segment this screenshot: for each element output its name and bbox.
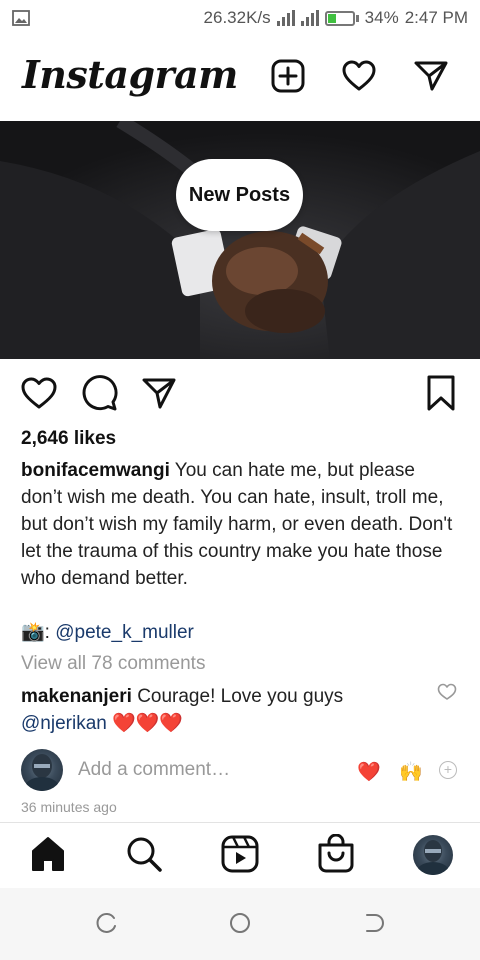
view-all-comments-link[interactable]: View all 78 comments bbox=[21, 653, 205, 675]
direct-message-icon[interactable] bbox=[413, 58, 449, 94]
clock: 2:47 PM bbox=[404, 8, 468, 27]
new-post-icon[interactable] bbox=[270, 58, 306, 94]
quick-reaction-raised-hands[interactable]: 🙌 bbox=[399, 760, 423, 784]
comment-item: makenanjeri Courage! Love you guys @njer… bbox=[21, 683, 431, 737]
app-header: Instagram bbox=[0, 40, 480, 120]
home-icon[interactable] bbox=[28, 834, 68, 874]
caption-author[interactable]: bonifacemwangi bbox=[21, 460, 170, 481]
system-nav-bar bbox=[0, 888, 480, 960]
back-icon[interactable] bbox=[361, 911, 385, 935]
instagram-logo[interactable]: Instagram bbox=[22, 52, 238, 97]
battery-percent: 34% bbox=[364, 8, 399, 27]
comment-hearts: ❤️❤️❤️ bbox=[112, 713, 184, 734]
photo-credit: 📸: @pete_k_muller bbox=[21, 620, 194, 644]
new-posts-button[interactable]: New Posts bbox=[176, 159, 303, 231]
add-comment-input[interactable]: Add a comment… bbox=[78, 759, 230, 781]
heart-icon[interactable] bbox=[341, 58, 377, 94]
shop-icon[interactable] bbox=[316, 834, 356, 874]
comment-mention-link[interactable]: @njerikan bbox=[21, 713, 107, 734]
search-icon[interactable] bbox=[124, 834, 164, 874]
like-icon[interactable] bbox=[20, 374, 58, 412]
bookmark-icon[interactable] bbox=[422, 374, 460, 412]
post-image[interactable] bbox=[0, 121, 480, 359]
post-photo bbox=[0, 121, 480, 359]
signal-icon bbox=[276, 10, 295, 26]
status-bar: 26.32K/s 34% 2:47 PM bbox=[0, 0, 480, 40]
gallery-icon bbox=[12, 10, 30, 26]
reels-icon[interactable] bbox=[220, 834, 260, 874]
battery-icon bbox=[324, 10, 359, 26]
home-button-icon[interactable] bbox=[228, 911, 252, 935]
divider bbox=[0, 822, 480, 823]
comment-icon[interactable] bbox=[80, 374, 118, 412]
recent-apps-icon[interactable] bbox=[95, 911, 119, 935]
credit-separator: : bbox=[44, 622, 56, 643]
camera-emoji: 📸 bbox=[21, 622, 45, 643]
comment-author[interactable]: makenanjeri bbox=[21, 686, 132, 707]
signal-icon-2 bbox=[300, 10, 319, 26]
post-timestamp: 36 minutes ago bbox=[21, 799, 117, 815]
user-avatar bbox=[21, 749, 63, 791]
network-speed: 26.32K/s bbox=[203, 8, 271, 27]
profile-avatar[interactable] bbox=[413, 835, 453, 875]
credit-mention-link[interactable]: @pete_k_muller bbox=[55, 622, 194, 643]
share-icon[interactable] bbox=[140, 374, 178, 412]
likes-count[interactable]: 2,646 likes bbox=[21, 428, 116, 450]
quick-reaction-heart[interactable]: ❤️ bbox=[357, 760, 381, 784]
comment-text: Courage! Love you guys bbox=[137, 686, 344, 707]
more-reactions-icon[interactable]: + bbox=[439, 761, 457, 779]
comment-like-icon[interactable] bbox=[437, 683, 457, 701]
post-caption: bonifacemwangi You can hate me, but plea… bbox=[21, 457, 461, 592]
